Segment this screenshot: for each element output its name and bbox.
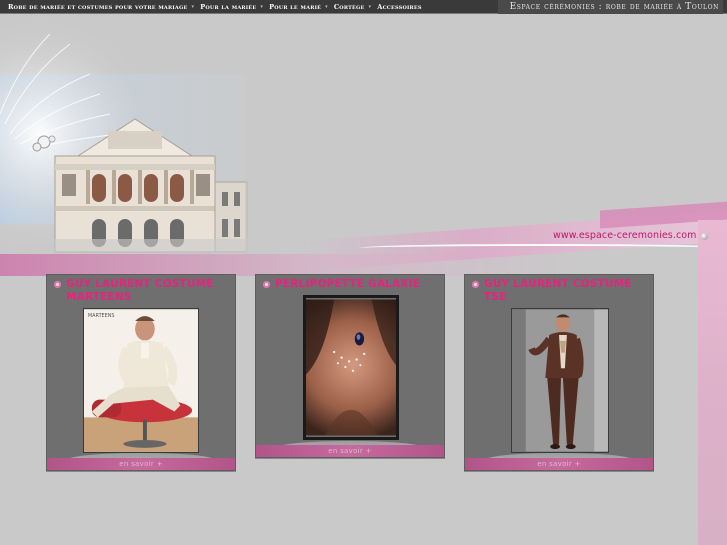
card-title: GUY LAURENT COSTUME MARTEENS bbox=[53, 278, 233, 304]
dropdown-caret-icon: ▾ bbox=[368, 4, 372, 10]
top-nav-bar: Robe de mariée et costumes pour votre ma… bbox=[0, 0, 727, 14]
pink-ribbon-decoration bbox=[0, 254, 727, 276]
card-title: PERLIPOPETTE GALAXIE bbox=[262, 278, 442, 291]
read-more-link[interactable]: en savoir + bbox=[465, 460, 653, 468]
right-pink-strip bbox=[698, 220, 727, 545]
website-url-link[interactable]: www.espace-ceremonies.com bbox=[553, 230, 697, 241]
product-image-costume-tse[interactable] bbox=[511, 308, 609, 453]
dropdown-caret-icon: ▾ bbox=[191, 4, 195, 10]
nav-item-label: Pour le marié bbox=[269, 3, 322, 11]
nav-item-label: Cortège bbox=[333, 3, 365, 11]
pearl-bullet-icon bbox=[701, 233, 708, 240]
nav-item-robe-de-mariee[interactable]: Robe de mariée et costumes pour votre ma… bbox=[8, 3, 194, 11]
brand-label: MARTEENS bbox=[88, 313, 115, 319]
product-card-perlipopette[interactable]: PERLIPOPETTE GALAXIE en savoir + bbox=[255, 274, 445, 458]
read-more-link[interactable]: en savoir + bbox=[256, 447, 444, 455]
white-swoosh-decoration bbox=[360, 244, 727, 252]
card-title-text: GUY LAURENT COSTUME TSE bbox=[484, 278, 632, 303]
product-image-costume-marteens[interactable]: MARTEENS bbox=[83, 308, 199, 453]
nav-item-label: Accessoires bbox=[377, 3, 422, 11]
nav-item-label: Pour la mariée bbox=[200, 3, 257, 11]
nav-item-pour-la-mariee[interactable]: Pour la mariée ▾ bbox=[200, 3, 263, 11]
flower-bullet-icon bbox=[262, 280, 271, 289]
card-title-text: GUY LAURENT COSTUME MARTEENS bbox=[66, 278, 214, 303]
nav-item-cortege[interactable]: Cortège ▾ bbox=[334, 3, 371, 11]
card-title-text: PERLIPOPETTE GALAXIE bbox=[275, 278, 421, 290]
product-image-galaxie-necklace[interactable] bbox=[303, 295, 399, 440]
flower-bullet-icon bbox=[53, 280, 62, 289]
read-more-link[interactable]: en savoir + bbox=[47, 460, 235, 468]
main-nav: Robe de mariée et costumes pour votre ma… bbox=[8, 0, 428, 14]
site-title: Espace cérémonies : robe de mariée à Tou… bbox=[497, 0, 723, 14]
flower-bullet-icon bbox=[471, 280, 480, 289]
nav-item-label: Robe de mariée et costumes pour votre ma… bbox=[8, 3, 188, 11]
dropdown-caret-icon: ▾ bbox=[260, 4, 264, 10]
building-illustration bbox=[0, 14, 300, 254]
nav-item-pour-le-marie[interactable]: Pour le marié ▾ bbox=[269, 3, 328, 11]
card-title: GUY LAURENT COSTUME TSE bbox=[471, 278, 651, 304]
nav-item-accessoires[interactable]: Accessoires bbox=[377, 3, 421, 11]
dropdown-caret-icon: ▾ bbox=[325, 4, 328, 10]
product-card-marteens[interactable]: GUY LAURENT COSTUME MARTEENS MARTEENS en… bbox=[46, 274, 236, 471]
product-card-tse[interactable]: GUY LAURENT COSTUME TSE en savoir + bbox=[464, 274, 654, 471]
